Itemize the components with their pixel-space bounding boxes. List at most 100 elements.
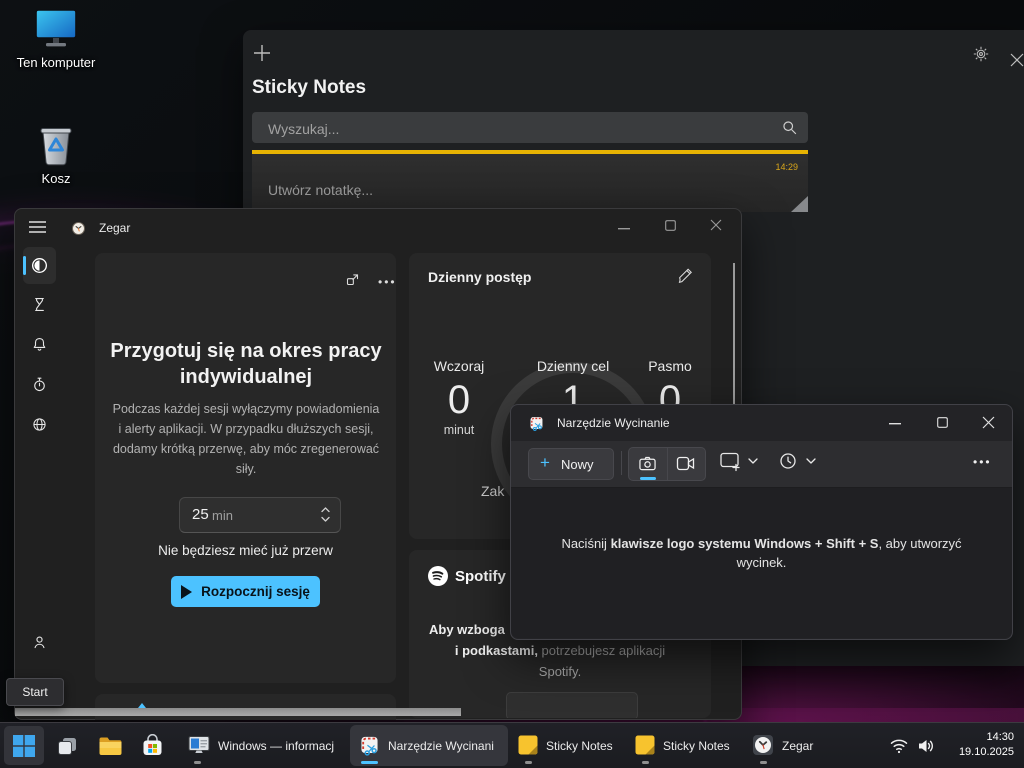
file-explorer-button[interactable] [98,736,123,757]
sticky-notes-icon [634,734,656,756]
video-record-icon[interactable] [676,456,696,471]
sidebar-item-stopwatch[interactable] [31,376,48,393]
desktop-icon-this-pc[interactable]: Ten komputer [13,8,99,70]
note-timestamp: 14:29 [775,162,798,172]
play-icon [181,585,192,599]
new-note-button[interactable] [252,43,272,63]
sidebar-item-timer[interactable] [31,296,48,313]
snip-shape-dropdown[interactable] [719,450,761,474]
search-icon[interactable] [781,119,798,136]
focus-heading: Przygotuj się na okres pracy indywidualn… [103,338,389,390]
desktop-icon-label: Kosz [13,171,99,186]
sidebar-item-alarm[interactable] [31,336,48,353]
taskbar-item-sticky-notes-1[interactable]: Sticky Notes [512,726,624,765]
daily-progress-title: Dzienny postęp [428,269,531,285]
taskbar: Windows — informacj Narzędzie Wycinani S… [0,722,1024,768]
yesterday-unit: minut [419,423,499,437]
yesterday-label: Wczoraj [419,358,499,374]
selected-mode-underline [640,477,656,480]
capture-mode-group [628,447,706,481]
close-icon[interactable] [982,416,995,429]
task-view-button[interactable] [56,735,78,757]
snipping-toolbar: + Nowy [511,441,1012,488]
edit-pencil-icon[interactable] [677,267,693,283]
spotify-line2-rest: potrzebujesz aplikacji [538,643,665,658]
note-color-bar [252,150,808,154]
toolbar-more-icon[interactable]: ••• [973,455,992,469]
spinner-updown-icon[interactable] [320,505,331,524]
start-button[interactable] [4,726,44,765]
clock-app-icon [71,221,86,236]
spotify-line2-bold: i podkastami, [455,643,538,658]
more-options-icon[interactable]: ••• [378,275,397,289]
start-session-button[interactable]: Rozpocznij sesję [171,576,320,607]
snipping-tool-window: Narzędzie Wycinanie + Nowy [510,404,1013,640]
close-icon[interactable] [710,219,722,231]
focus-session-card: ••• Przygotuj się na okres pracy indywid… [95,253,396,683]
note-folded-corner [791,196,808,212]
goal-label: Dzienny cel [528,358,618,374]
note-placeholder: Utwórz notatkę... [268,182,373,198]
group-divider [667,448,668,480]
hint-shortcut: klawisze logo systemu Windows + Shift + … [611,536,879,551]
taskbar-item-label: Windows — informacj [218,739,334,753]
maximize-icon[interactable] [665,220,676,231]
taskbar-item-sticky-notes-2[interactable]: Sticky Notes [629,726,741,765]
start-tooltip-label: Start [22,685,47,699]
taskbar-item-winver[interactable]: Windows — informacj [180,726,348,765]
new-snip-button[interactable]: + Nowy [528,448,614,480]
screen: Ten komputer Kosz Sticky Not [0,0,1024,768]
search-input[interactable] [266,112,770,145]
close-icon[interactable] [1009,52,1024,68]
microsoft-store-button[interactable] [141,734,164,757]
taskbar-item-label: Sticky Notes [663,739,730,753]
snip-hint-text: Naciśnij klawisze logo systemu Windows +… [539,534,984,572]
clipped-label: Zak [481,483,504,499]
snipping-body: Naciśnij klawisze logo systemu Windows +… [511,488,1012,638]
selected-accent-bar [23,256,26,275]
taskbar-item-snipping-tool-active[interactable]: Narzędzie Wycinani [350,725,508,766]
minimize-icon[interactable] [889,422,901,425]
taskbar-item-clock[interactable]: Zegar [746,726,826,765]
wifi-icon[interactable] [889,737,909,755]
next-card-partial [95,694,396,720]
duration-value: 25 [192,506,209,523]
taskbar-item-label: Sticky Notes [546,739,613,753]
screenshot-camera-icon[interactable] [638,455,657,472]
sidebar-item-profile[interactable] [31,634,48,651]
snip-delay-dropdown[interactable] [777,450,819,474]
running-indicator [194,761,201,764]
active-indicator [361,761,378,764]
hamburger-menu-icon[interactable] [29,220,46,234]
tray-clock[interactable]: 14:30 19.10.2025 [936,730,1014,760]
sticky-notes-icon [517,734,539,756]
desktop-icon-recycle-bin[interactable]: Kosz [13,120,99,186]
sticky-notes-title: Sticky Notes [252,77,366,99]
maximize-icon[interactable] [937,417,948,428]
desktop-icon-label: Ten komputer [13,55,99,70]
minimize-icon[interactable] [618,227,630,230]
spotify-download-button[interactable] [506,692,638,718]
plus-icon: + [540,453,550,473]
toolbar-divider [621,451,622,475]
start-session-label: Rozpocznij sesję [201,584,310,599]
running-indicator [760,761,767,764]
popout-icon[interactable] [345,272,360,287]
duration-spinner[interactable]: 25 min [179,497,341,533]
settings-gear-icon[interactable] [972,45,990,63]
notes-search-bar[interactable] [252,112,808,143]
sidebar-item-focus-sessions[interactable] [30,256,49,275]
spotify-brand: Spotify [455,568,506,585]
no-breaks-text: Nie będziesz mieć już przerw [95,543,396,558]
windows-logo-icon [13,735,35,757]
sidebar-item-world-clock[interactable] [31,416,48,433]
vertical-scrollbar[interactable] [733,263,735,405]
snipping-tool-app-icon [528,415,545,432]
horizontal-scrollbar[interactable] [15,708,461,716]
spotify-line2: i podkastami, potrzebujesz aplikacji [409,643,711,658]
window-title: Narzędzie Wycinanie [557,416,670,430]
note-list-item[interactable]: 14:29 Utwórz notatkę... [252,150,808,212]
spotify-logo-icon [427,565,449,587]
volume-icon[interactable] [916,737,936,755]
yesterday-value: 0 [419,378,499,423]
